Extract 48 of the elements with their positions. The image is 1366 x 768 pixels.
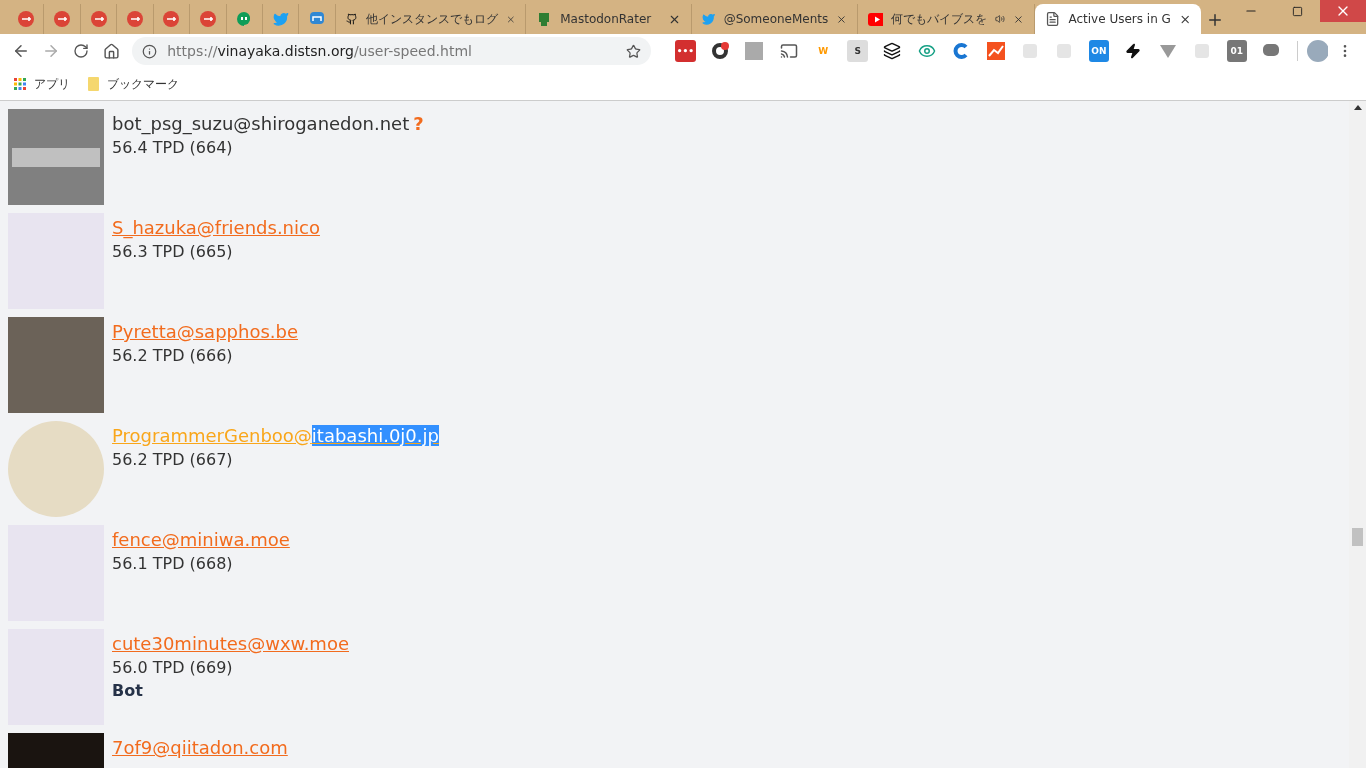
- home-icon[interactable]: [102, 42, 120, 60]
- bot-label: Bot: [112, 681, 144, 700]
- user-link[interactable]: ProgrammerGenboo@itabashi.0j0.jp: [112, 425, 439, 446]
- speed-text: 56.1 TPD (668): [112, 554, 234, 573]
- avatar-icon[interactable]: [1307, 40, 1328, 62]
- address-bar[interactable]: https://vinayaka.distsn.org/user-speed.html: [132, 37, 651, 65]
- user-link[interactable]: 7of9@qiitadon.com: [112, 737, 288, 758]
- user-link[interactable]: cute30minutes@wxw.moe: [112, 633, 349, 654]
- speed-text: 56.3 TPD (665): [112, 242, 234, 261]
- tab-title: Active Users in G: [1068, 12, 1171, 26]
- cat-logo-icon: [345, 11, 358, 27]
- reload-icon[interactable]: [73, 43, 90, 59]
- speed-text: 56.4 TPD (664): [112, 138, 234, 157]
- tab-title: MastodonRater: [560, 12, 653, 26]
- scroll-up-icon[interactable]: [1353, 105, 1362, 110]
- tab-title: 他インスタンスでもログ: [365, 10, 498, 28]
- folder-icon: [88, 77, 99, 91]
- extension-button[interactable]: •••: [675, 40, 696, 62]
- tab-title: @SomeoneMents: [723, 12, 829, 26]
- scrollbar-thumb[interactable]: [1352, 528, 1363, 546]
- bookmark-item[interactable]: アプリ: [14, 75, 70, 93]
- speed-text: 56.2 TPD (666): [112, 346, 234, 365]
- extension-icon[interactable]: [709, 40, 730, 62]
- user-link[interactable]: Pyretta@sapphos.be: [112, 321, 298, 342]
- play-icon: [868, 12, 884, 26]
- bookmark-item[interactable]: ブックマーク: [88, 75, 179, 93]
- grid-icon: [14, 78, 26, 90]
- extension-button[interactable]: ON: [1088, 40, 1110, 62]
- extension-icon[interactable]: [881, 40, 903, 62]
- star-icon[interactable]: [625, 43, 641, 59]
- scrollbar-track[interactable]: [1349, 101, 1366, 768]
- user-link[interactable]: fence@miniwa.moe: [112, 529, 290, 550]
- browser-tab[interactable]: Active Users in G: [1035, 4, 1202, 34]
- bird-icon: [702, 11, 716, 27]
- extension-button[interactable]: S: [847, 40, 868, 62]
- speed-text: 56.2 TPD (667): [112, 450, 234, 469]
- bird-icon: [272, 11, 289, 27]
- user-link[interactable]: S_hazuka@friends.nico: [112, 217, 320, 238]
- close-button[interactable]: [1320, 0, 1366, 22]
- user-name: bot_psg_suzu@shiroganedon.net: [112, 113, 410, 134]
- chat-bubble-icon: [236, 11, 253, 27]
- maximize-icon[interactable]: [1291, 5, 1303, 17]
- tab-title: 何でもバイブスを: [891, 10, 988, 28]
- question-mark: ?: [413, 113, 424, 134]
- info-icon: [142, 43, 158, 59]
- extension-button[interactable]: 01: [1226, 40, 1248, 62]
- speed-text: 56.0 TPD (669): [112, 658, 234, 677]
- page-icon: [1045, 11, 1061, 27]
